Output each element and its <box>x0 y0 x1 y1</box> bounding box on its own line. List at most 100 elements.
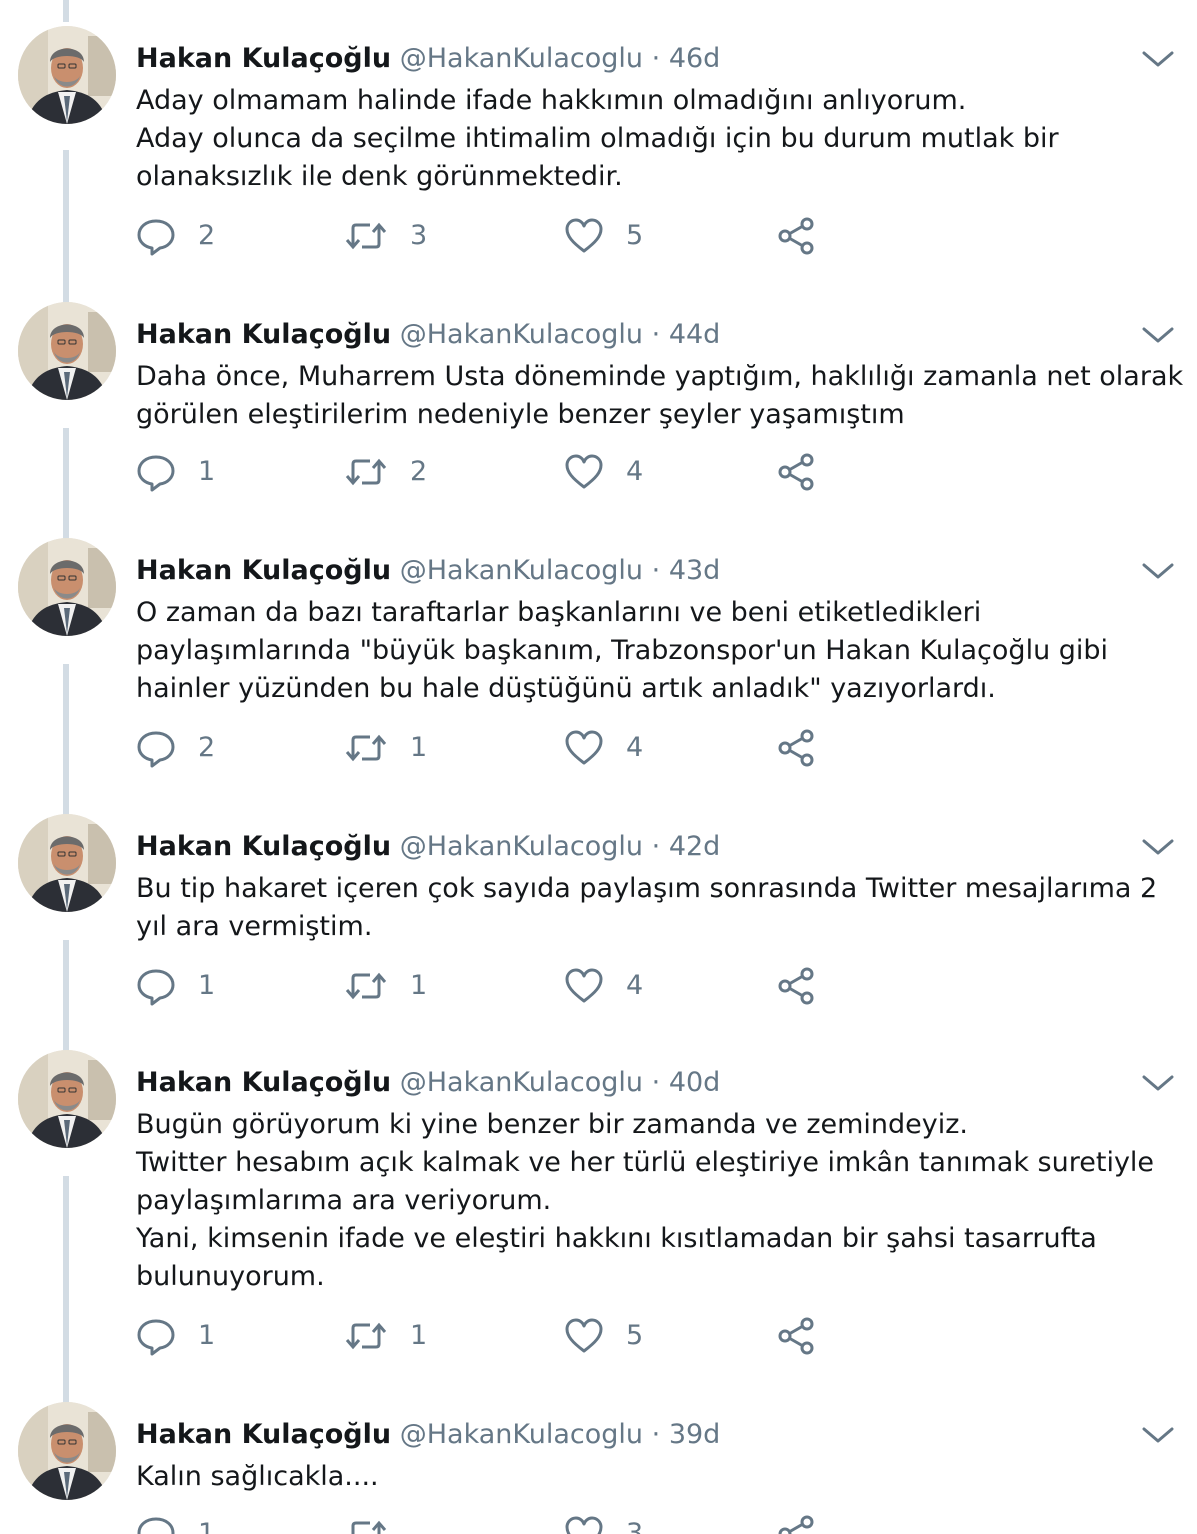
avatar[interactable] <box>18 814 116 912</box>
retweet-icon <box>344 966 388 1006</box>
tweet-text: Aday olmamam halinde ifade hakkımın olma… <box>136 85 1059 192</box>
avatar[interactable] <box>18 302 116 400</box>
avatar[interactable] <box>18 1402 116 1500</box>
reply-icon <box>136 452 176 492</box>
tweet-timestamp[interactable]: 42d <box>669 831 721 862</box>
retweet-button[interactable]: 1 <box>344 966 427 1006</box>
share-button[interactable] <box>776 1316 816 1356</box>
tweet-header: Hakan Kulaçoğlu @HakanKulacoglu · 42d <box>136 830 720 864</box>
author-name[interactable]: Hakan Kulaçoğlu <box>136 831 391 862</box>
share-button[interactable] <box>776 452 816 492</box>
like-button[interactable]: 4 <box>564 452 643 492</box>
thread-connector-line <box>63 428 69 544</box>
tweet: Hakan Kulaçoğlu @HakanKulacoglu · 43d O z… <box>0 538 1197 704</box>
tweet-actions: 2 3 5 <box>136 216 836 256</box>
retweet-button[interactable]: 1 <box>344 1316 427 1356</box>
likes-count: 3 <box>626 1518 644 1534</box>
author-handle[interactable]: @HakanKulacoglu <box>400 43 643 74</box>
tweet: Hakan Kulaçoğlu @HakanKulacoglu · 42d Bu … <box>0 814 1197 942</box>
like-button[interactable]: 3 <box>564 1514 643 1534</box>
tweet-text: O zaman da bazı taraftarlar başkanlarını… <box>136 597 1109 704</box>
tweet-text: Kalın sağlıcakla.... <box>136 1461 379 1492</box>
tweet-timestamp[interactable]: 43d <box>669 555 721 586</box>
reply-button[interactable]: 1 <box>136 452 215 492</box>
author-name[interactable]: Hakan Kulaçoğlu <box>136 43 391 74</box>
separator-dot: · <box>651 43 661 74</box>
avatar[interactable] <box>18 26 116 124</box>
retweet-icon <box>344 1514 388 1534</box>
reply-icon <box>136 728 176 768</box>
share-button[interactable] <box>776 216 816 256</box>
reply-button[interactable]: 1 <box>136 1316 215 1356</box>
retweet-button[interactable]: 2 <box>344 452 427 492</box>
tweet: Hakan Kulaçoğlu @HakanKulacoglu · 44d Dah… <box>0 302 1197 430</box>
like-button[interactable]: 4 <box>564 728 643 768</box>
replies-count: 2 <box>198 220 216 251</box>
chevron-down-icon[interactable] <box>1140 1070 1176 1096</box>
chevron-down-icon[interactable] <box>1140 322 1176 348</box>
avatar[interactable] <box>18 1050 116 1148</box>
likes-count: 5 <box>626 1320 644 1351</box>
author-name[interactable]: Hakan Kulaçoğlu <box>136 319 391 350</box>
share-button[interactable] <box>776 728 816 768</box>
like-icon <box>564 966 604 1006</box>
share-button[interactable] <box>776 1514 816 1534</box>
replies-count: 1 <box>198 456 216 487</box>
likes-count: 4 <box>626 732 644 763</box>
likes-count: 5 <box>626 220 644 251</box>
tweet-header: Hakan Kulaçoğlu @HakanKulacoglu · 40d <box>136 1066 720 1100</box>
tweet-actions: 1 2 4 <box>136 452 836 492</box>
retweet-icon <box>344 728 388 768</box>
like-button[interactable]: 5 <box>564 1316 643 1356</box>
author-handle[interactable]: @HakanKulacoglu <box>400 1067 643 1098</box>
thread-connector-line <box>63 1176 69 1408</box>
author-name[interactable]: Hakan Kulaçoğlu <box>136 555 391 586</box>
like-icon <box>564 216 604 256</box>
retweets-count: 1 <box>410 970 428 1001</box>
tweet-timestamp[interactable]: 44d <box>669 319 721 350</box>
share-icon <box>776 452 816 492</box>
tweet-header: Hakan Kulaçoğlu @HakanKulacoglu · 43d <box>136 554 720 588</box>
retweets-count: 2 <box>410 456 428 487</box>
share-button[interactable] <box>776 966 816 1006</box>
tweet-timestamp[interactable]: 46d <box>669 43 721 74</box>
author-handle[interactable]: @HakanKulacoglu <box>400 831 643 862</box>
reply-button[interactable]: 1 <box>136 966 215 1006</box>
reply-button[interactable]: 1 <box>136 1514 215 1534</box>
reply-icon <box>136 966 176 1006</box>
like-icon <box>564 1514 604 1534</box>
retweet-icon <box>344 216 388 256</box>
share-icon <box>776 1316 816 1356</box>
tweet-actions: 2 1 4 <box>136 728 836 768</box>
author-handle[interactable]: @HakanKulacoglu <box>400 1419 643 1450</box>
avatar[interactable] <box>18 538 116 636</box>
thread-connector-line <box>63 0 69 22</box>
reply-button[interactable]: 2 <box>136 216 215 256</box>
retweet-button[interactable]: 3 <box>344 216 427 256</box>
chevron-down-icon[interactable] <box>1140 558 1176 584</box>
retweets-count: 1 <box>410 1320 428 1351</box>
chevron-down-icon[interactable] <box>1140 46 1176 72</box>
tweet-text: Bu tip hakaret içeren çok sayıda paylaşı… <box>136 873 1158 942</box>
author-name[interactable]: Hakan Kulaçoğlu <box>136 1419 391 1450</box>
tweet-timestamp[interactable]: 39d <box>669 1419 721 1450</box>
tweet: Hakan Kulaçoğlu @HakanKulacoglu · 40d Bug… <box>0 1050 1197 1292</box>
like-button[interactable]: 5 <box>564 216 643 256</box>
retweet-icon <box>344 1316 388 1356</box>
author-handle[interactable]: @HakanKulacoglu <box>400 555 643 586</box>
share-icon <box>776 216 816 256</box>
share-icon <box>776 966 816 1006</box>
tweet-timestamp[interactable]: 40d <box>669 1067 721 1098</box>
author-handle[interactable]: @HakanKulacoglu <box>400 319 643 350</box>
retweet-button[interactable] <box>344 1514 410 1534</box>
chevron-down-icon[interactable] <box>1140 1422 1176 1448</box>
retweet-button[interactable]: 1 <box>344 728 427 768</box>
reply-icon <box>136 216 176 256</box>
likes-count: 4 <box>626 456 644 487</box>
author-name[interactable]: Hakan Kulaçoğlu <box>136 1067 391 1098</box>
like-button[interactable]: 4 <box>564 966 643 1006</box>
reply-button[interactable]: 2 <box>136 728 215 768</box>
separator-dot: · <box>651 555 661 586</box>
chevron-down-icon[interactable] <box>1140 834 1176 860</box>
thread-connector-line <box>63 940 69 1056</box>
